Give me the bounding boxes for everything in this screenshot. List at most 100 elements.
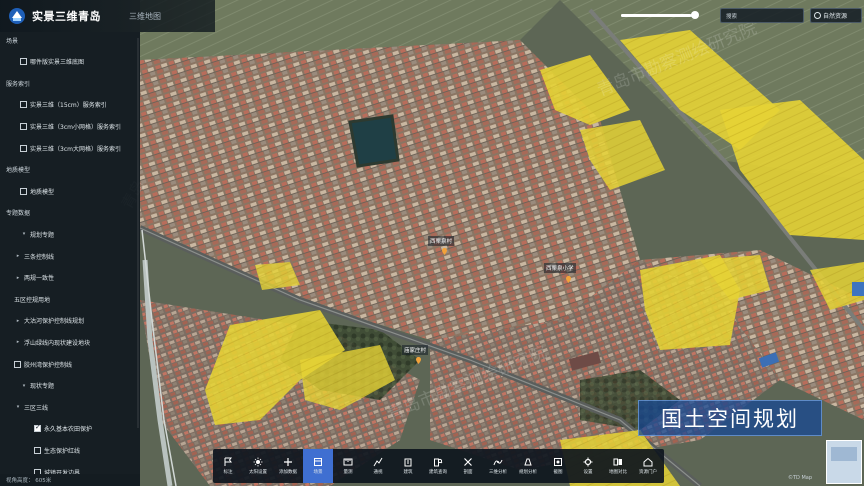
- tab-3d-map[interactable]: 三维地图: [129, 11, 161, 22]
- place-label-1[interactable]: 西栗泉村: [428, 236, 455, 246]
- layer-tree-item[interactable]: 服务索引: [6, 77, 30, 89]
- minimap[interactable]: [826, 440, 862, 484]
- layer-tree-item[interactable]: 专题数据: [6, 207, 30, 219]
- toolbar-button[interactable]: 通视: [363, 449, 393, 483]
- caret-down-icon[interactable]: ▾: [14, 404, 22, 410]
- layer-tree-item[interactable]: 永久基本农田保护: [34, 423, 92, 435]
- globe-icon: [814, 12, 821, 19]
- toolbar-label: 截图: [553, 470, 563, 475]
- slider-handle[interactable]: [691, 11, 699, 19]
- caret-down-icon[interactable]: ▾: [20, 231, 28, 237]
- layer-tree-item[interactable]: ▾ 现状专题: [20, 380, 54, 392]
- layer-checkbox[interactable]: [14, 360, 21, 368]
- view-height-status: 视角高度： 605米: [0, 474, 140, 486]
- place-label-3[interactable]: 庙家庄村: [402, 345, 429, 355]
- toolbar-button[interactable]: 截图: [543, 449, 573, 483]
- layer-checkbox[interactable]: [20, 144, 27, 152]
- layer-label: 五区控规用地: [14, 296, 51, 304]
- resource-dropdown[interactable]: 自然资源: [810, 8, 862, 23]
- layer-tree-item[interactable]: 实景三维（3cm小网格）服务索引: [20, 120, 121, 132]
- sidebar-scrollbar[interactable]: [137, 38, 139, 428]
- layer-tree-item[interactable]: ▾ 规划专题: [20, 228, 54, 240]
- layer-tree-item[interactable]: 哪件版实景三维底图: [20, 56, 84, 68]
- layer-tree-item[interactable]: ▾ 三区三线: [14, 401, 48, 413]
- toolbar-button[interactable]: 设置: [573, 449, 603, 483]
- scene-icon: [313, 457, 323, 467]
- layer-label: 服务索引: [6, 80, 31, 88]
- caret-right-icon[interactable]: ▸: [14, 318, 22, 324]
- layer-tree-item[interactable]: ▸ 两规一致性: [14, 272, 54, 284]
- toolbar-label: 通视: [373, 470, 383, 475]
- layer-label: 两规一致性: [24, 275, 55, 283]
- layer-label: 场景: [6, 37, 19, 45]
- layer-tree-item[interactable]: 胶州湾保护控制线: [14, 358, 72, 370]
- analysis-icon: [493, 457, 503, 467]
- toolbar-label: 三维分析: [489, 470, 507, 475]
- layer-label: 浮山绿线内现状建设地块: [24, 339, 91, 347]
- layer-label: 实景三维（3cm小网格）服务索引: [30, 123, 121, 131]
- toolbar-button[interactable]: 三维分析: [483, 449, 513, 483]
- layer-tree-item[interactable]: ▸ 三条控制线: [14, 250, 54, 262]
- toolbar-button[interactable]: 建筑查询: [423, 449, 453, 483]
- location-pin-icon[interactable]: [566, 276, 571, 283]
- layer-checkbox[interactable]: [20, 122, 27, 130]
- location-pin-icon[interactable]: [442, 248, 447, 255]
- layer-checkbox[interactable]: [20, 187, 27, 195]
- slider-fill: [621, 14, 691, 17]
- plan-icon: [523, 457, 533, 467]
- plus-icon: [283, 457, 293, 467]
- layer-label: 哪件版实景三维底图: [30, 59, 85, 67]
- layer-checkbox[interactable]: [20, 101, 27, 109]
- layer-tree-item[interactable]: 五区控规用地: [14, 293, 50, 305]
- layer-label: 生态保护红线: [44, 447, 81, 455]
- toolbar-button[interactable]: 太阳设置: [243, 449, 273, 483]
- toolbar-button[interactable]: 规划分析: [513, 449, 543, 483]
- sight-icon: [373, 457, 383, 467]
- compare-icon: [613, 457, 623, 467]
- profile-icon: [463, 457, 473, 467]
- flag-icon: [223, 457, 233, 467]
- search-button[interactable]: 搜索: [720, 8, 804, 23]
- layer-tree-item[interactable]: 生态保护红线: [34, 444, 80, 456]
- toolbar-label: 太阳设置: [249, 470, 267, 475]
- layer-tree-sidebar: 场景哪件版实景三维底图服务索引实景三维（15cm）服务索引实景三维（3cm小网格…: [0, 32, 140, 474]
- layer-tree-item[interactable]: 实景三维（3cm大网格）服务索引: [20, 142, 121, 154]
- resource-label: 自然资源: [823, 13, 848, 20]
- toolbar-label: 添加数据: [279, 470, 297, 475]
- caret-right-icon[interactable]: ▸: [14, 339, 22, 345]
- layer-label: 胶州湾保护控制线: [24, 361, 73, 369]
- caret-down-icon[interactable]: ▾: [20, 383, 28, 389]
- toolbar-button[interactable]: 量测: [333, 449, 363, 483]
- location-pin-icon[interactable]: [416, 357, 421, 364]
- toolbar-button[interactable]: 资源门户: [633, 449, 663, 483]
- toolbar-button[interactable]: 剖面: [453, 449, 483, 483]
- app-header: 实景三维青岛 三维地图: [0, 0, 215, 32]
- layer-tree-item[interactable]: ▸ 大沽河保护控制线规划: [14, 315, 84, 327]
- toolbar-label: 建筑: [403, 470, 413, 475]
- layer-tree-item[interactable]: 城镇开发边界: [34, 466, 80, 474]
- toolbar-button[interactable]: 标注: [213, 449, 243, 483]
- layer-label: 规划专题: [30, 231, 55, 239]
- layer-tree-item[interactable]: 地质模型: [20, 185, 54, 197]
- layer-label: 实景三维（15cm）服务索引: [30, 102, 107, 110]
- layer-tree-item[interactable]: 场景: [6, 34, 18, 46]
- layer-checkbox[interactable]: [20, 58, 27, 66]
- home-icon: [643, 457, 653, 467]
- toolbar-button[interactable]: 场景: [303, 449, 333, 483]
- place-label-2[interactable]: 西栗泉小学: [544, 263, 576, 273]
- logo-icon: [9, 8, 25, 24]
- layer-checkbox[interactable]: [34, 423, 41, 433]
- toolbar-label: 剖面: [463, 470, 473, 475]
- query-icon: [433, 457, 443, 467]
- toolbar-button[interactable]: 添加数据: [273, 449, 303, 483]
- layer-checkbox[interactable]: [34, 446, 41, 454]
- toolbar-button[interactable]: 建筑: [393, 449, 423, 483]
- caret-right-icon[interactable]: ▸: [14, 253, 22, 259]
- toolbar-button[interactable]: 地图对比: [603, 449, 633, 483]
- layer-tree-item[interactable]: ▸ 浮山绿线内现状建设地块: [14, 336, 90, 348]
- caret-right-icon[interactable]: ▸: [14, 275, 22, 281]
- opacity-slider[interactable]: [621, 14, 697, 17]
- layer-tree-item[interactable]: 实景三维（15cm）服务索引: [20, 99, 107, 111]
- layer-label: 三区三线: [24, 404, 49, 412]
- layer-tree-item[interactable]: 地质模型: [6, 164, 30, 176]
